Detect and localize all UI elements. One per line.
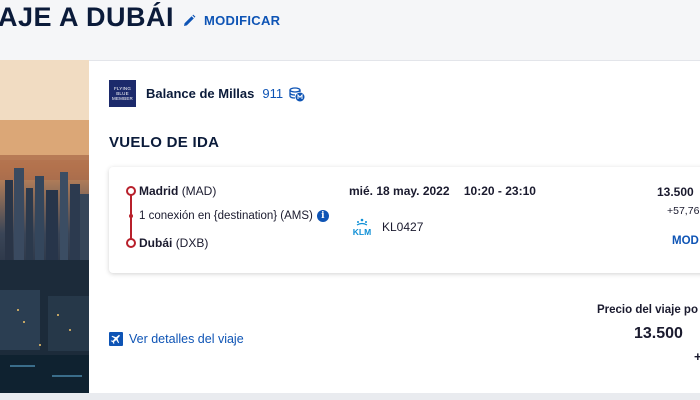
origin-city-name: Madrid [139, 184, 179, 198]
flight-price-extra: +57,76 [667, 205, 700, 217]
trip-price-value: 13.500 [634, 325, 683, 342]
origin-dot [126, 186, 136, 196]
klm-logo-text: KLM [353, 227, 371, 237]
connection-info: 1 conexión en {destination} (AMS) i [139, 210, 329, 222]
miles-coin-icon [289, 86, 305, 101]
destination-city-name: Dubái [139, 236, 173, 250]
modify-flight-button[interactable]: MOD [672, 235, 699, 247]
miles-balance-label: Balance de Millas [146, 86, 255, 101]
flight-number: KL0427 [382, 220, 424, 234]
origin-airport-code: (MAD) [181, 184, 217, 198]
trip-details-label: Ver detalles del viaje [129, 332, 244, 346]
trip-price-plus: + [694, 349, 700, 364]
airline-info: KLM KL0427 [349, 217, 423, 237]
info-icon[interactable]: i [316, 210, 329, 222]
flight-date-time: mié. 18 may. 2022 10:20 - 23:10 [349, 184, 536, 198]
flight-times: 10:20 - 23:10 [463, 184, 536, 198]
flight-price: 13.500 [657, 185, 694, 199]
destination-city: Dubái (DXB) [139, 236, 208, 250]
origin-city: Madrid (MAD) [139, 184, 216, 198]
flight-date: mié. 18 may. 2022 [349, 184, 450, 198]
destination-airport-code: (DXB) [175, 236, 209, 250]
modify-trip-button[interactable]: MODIFICAR [182, 13, 280, 28]
page-title: AJE A DUBÁI [0, 2, 175, 32]
trip-details-link[interactable]: Ver detalles del viaje [109, 332, 244, 346]
klm-crown-icon: KLM [353, 218, 371, 237]
pencil-icon [184, 14, 196, 26]
bottom-divider [0, 393, 700, 400]
flying-blue-logo: FLYING BLUE MEMBER [109, 80, 136, 107]
miles-balance: FLYING BLUE MEMBER Balance de Millas 911 [109, 80, 305, 107]
page-header: AJE A DUBÁI MODIFICAR [0, 0, 700, 58]
dubai-skyline-illustration [0, 60, 89, 393]
outbound-flight-card[interactable]: Madrid (MAD) 1 conexión en {destination}… [109, 167, 700, 273]
booking-panel: FLYING BLUE MEMBER Balance de Millas 911… [89, 60, 700, 393]
outbound-section-title: VUELO DE IDA [109, 134, 220, 151]
connection-dot [129, 214, 133, 218]
connection-text: 1 conexión en {destination} (AMS) [139, 210, 313, 222]
airplane-icon [109, 332, 123, 346]
trip-price-label: Precio del viaje po [597, 304, 698, 316]
destination-dot [126, 238, 136, 248]
miles-balance-value: 911 [262, 86, 284, 101]
modify-trip-label: MODIFICAR [204, 13, 281, 28]
destination-hero-image [0, 60, 89, 393]
